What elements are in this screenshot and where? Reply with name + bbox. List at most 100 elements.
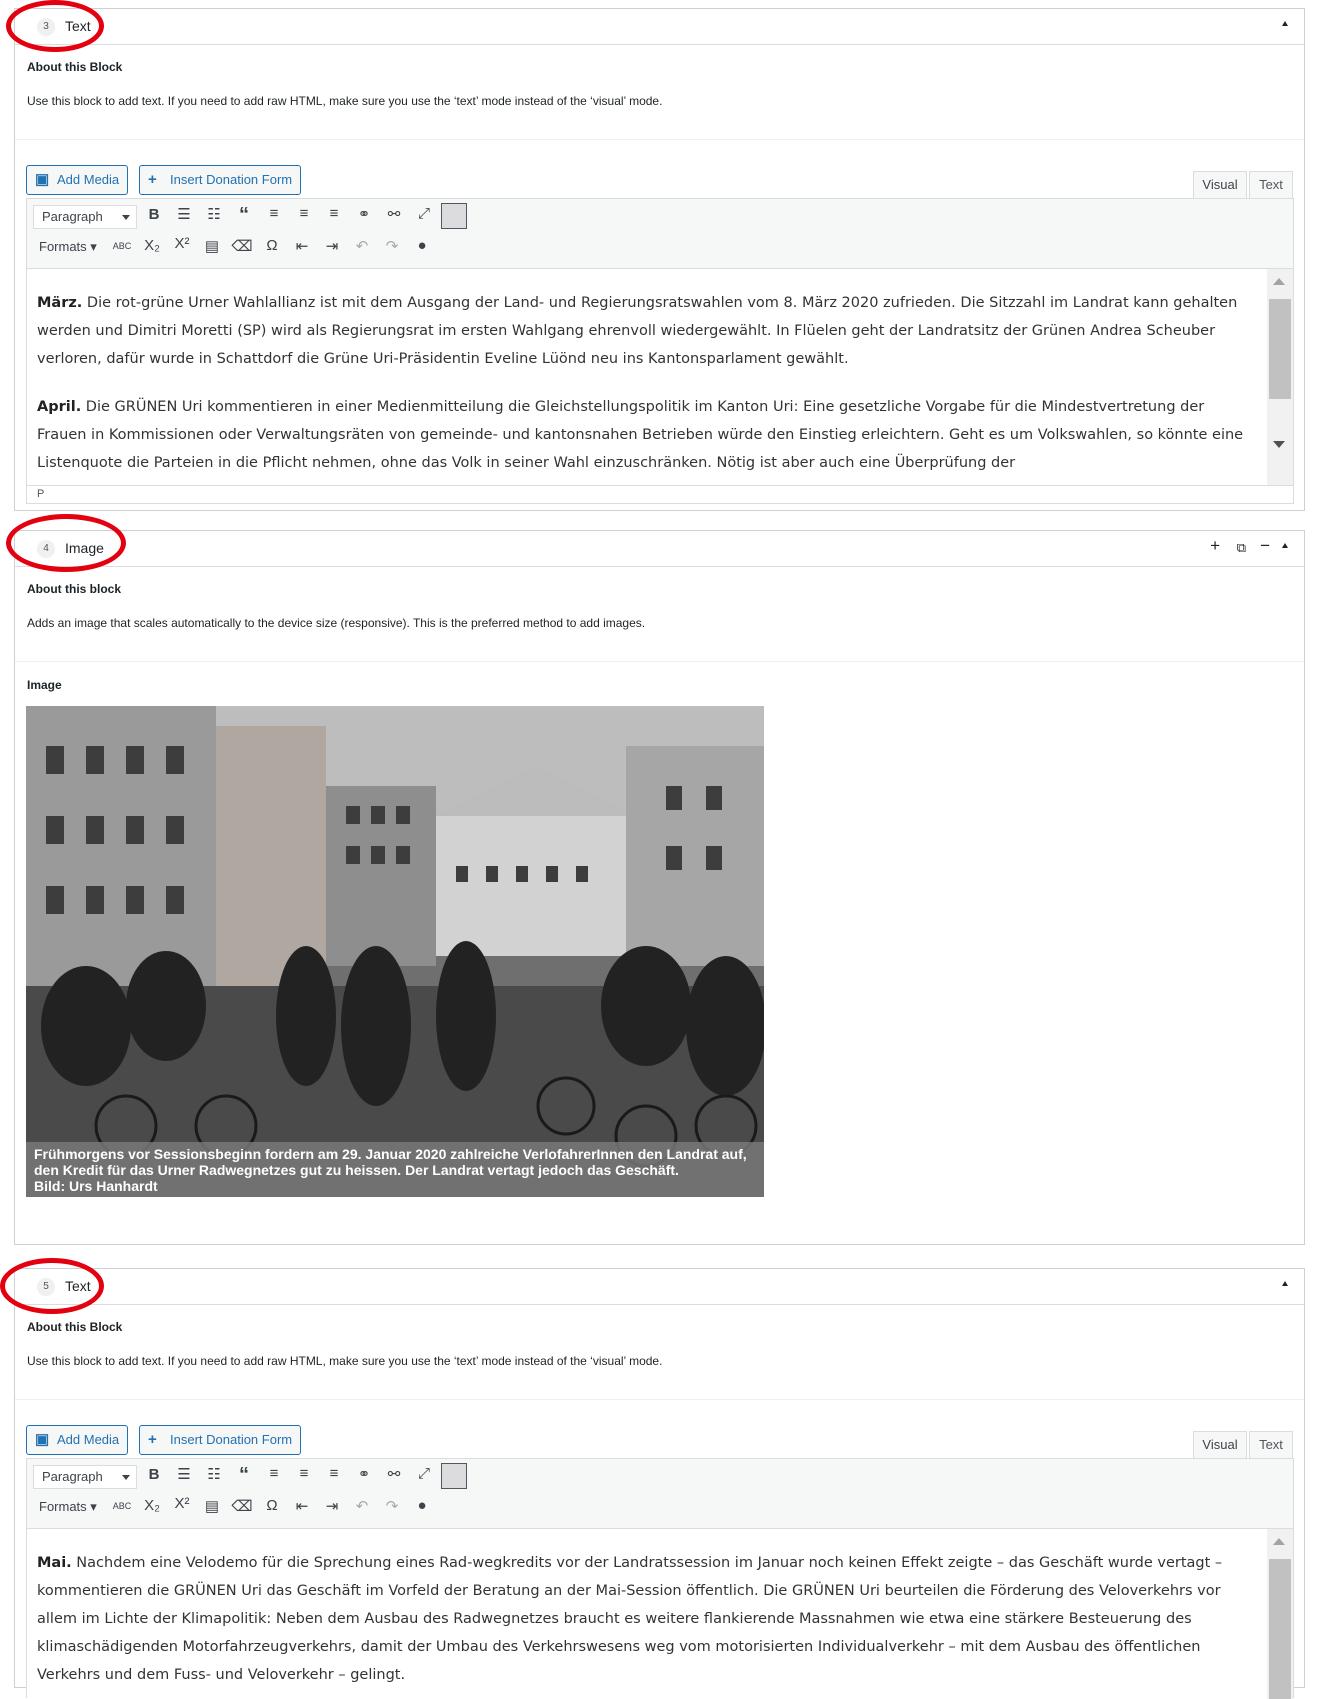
block-title: Text xyxy=(65,1278,91,1294)
editor: Paragraph B ☰ ☷ “ ≡ ≡ ≡ ⚭ ⚯ ⤢ Formats ▾ … xyxy=(26,198,1294,504)
unlink-icon[interactable]: ⚯ xyxy=(383,205,405,223)
strikethrough-icon[interactable]: ABC xyxy=(111,1501,133,1511)
bullet-list-icon[interactable]: ☰ xyxy=(173,205,195,223)
strikethrough-icon[interactable]: ABC xyxy=(111,241,133,251)
image-preview[interactable]: Frühmorgens vor Sessionsbeginn fordern a… xyxy=(26,706,764,1197)
scroll-up-icon[interactable] xyxy=(1273,278,1285,285)
help-icon[interactable]: ● xyxy=(411,237,433,254)
scroll-up-icon[interactable] xyxy=(1273,1538,1285,1545)
insert-donation-form-button[interactable]: + Insert Donation Form xyxy=(139,165,302,195)
image-label: Image xyxy=(27,678,62,692)
indent-icon[interactable]: ⇥ xyxy=(321,1497,343,1515)
link-icon[interactable]: ⚭ xyxy=(353,205,375,223)
about-heading: About this Block xyxy=(27,1320,123,1334)
blockquote-icon[interactable]: “ xyxy=(233,204,255,227)
media-icon: ▣ xyxy=(35,1431,50,1448)
fullscreen-icon[interactable]: ⤢ xyxy=(413,205,435,222)
image-caption: Frühmorgens vor Sessionsbeginn fordern a… xyxy=(26,1142,764,1197)
numbered-list-icon[interactable]: ☷ xyxy=(203,1465,225,1483)
collapse-arrow-icon[interactable] xyxy=(1282,543,1288,548)
block-header[interactable]: 5 Text xyxy=(15,1269,1304,1305)
unlink-icon[interactable]: ⚯ xyxy=(383,1465,405,1483)
tab-text[interactable]: Text xyxy=(1249,171,1293,199)
block-title: Image xyxy=(65,540,104,556)
collapse-arrow-icon[interactable] xyxy=(1282,1281,1288,1286)
paste-text-icon[interactable]: ▤ xyxy=(201,1497,223,1515)
remove-block-icon[interactable]: − xyxy=(1260,536,1270,556)
numbered-list-icon[interactable]: ☷ xyxy=(203,205,225,223)
bullet-list-icon[interactable]: ☰ xyxy=(173,1465,195,1483)
block-number: 4 xyxy=(37,540,55,558)
about-section: About this block Adds an image that scal… xyxy=(15,582,1304,630)
scroll-down-icon[interactable] xyxy=(1273,441,1285,448)
clear-formatting-icon[interactable]: ⌫ xyxy=(231,237,253,255)
formats-dropdown[interactable]: Formats ▾ xyxy=(39,1499,97,1515)
tab-visual[interactable]: Visual xyxy=(1193,171,1247,199)
paragraph-maerz: März. Die rot-grüne Urner Wahlallianz is… xyxy=(37,295,1238,367)
toolbar-toggle-icon[interactable] xyxy=(441,1463,467,1489)
tab-text[interactable]: Text xyxy=(1249,1431,1293,1459)
formats-dropdown[interactable]: Formats ▾ xyxy=(39,239,97,255)
help-icon[interactable]: ● xyxy=(411,1497,433,1514)
add-media-button[interactable]: ▣ Add Media xyxy=(26,1425,129,1455)
bold-icon[interactable]: B xyxy=(143,206,165,223)
block-number: 3 xyxy=(37,18,55,36)
undo-icon[interactable]: ↶ xyxy=(351,1497,373,1515)
paste-text-icon[interactable]: ▤ xyxy=(201,237,223,255)
plus-icon: + xyxy=(148,1431,157,1448)
subscript-icon[interactable]: X₂ xyxy=(141,1497,163,1514)
editor-toolbar: Paragraph B ☰ ☷ “ ≡ ≡ ≡ ⚭ ⚯ ⤢ Formats ▾ … xyxy=(27,199,1293,269)
editor-toolbar: Paragraph B ☰ ☷ “ ≡ ≡ ≡ ⚭ ⚯ ⤢ Formats ▾ … xyxy=(27,1459,1293,1529)
duplicate-block-icon[interactable]: ⧉ xyxy=(1237,540,1246,556)
bold-icon[interactable]: B xyxy=(143,1466,165,1483)
special-character-icon[interactable]: Ω xyxy=(261,237,283,254)
align-center-icon[interactable]: ≡ xyxy=(293,205,315,222)
block-title: Text xyxy=(65,18,91,34)
align-left-icon[interactable]: ≡ xyxy=(263,1465,285,1482)
align-right-icon[interactable]: ≡ xyxy=(323,1465,345,1482)
text-block-5: 5 Text About this Block Use this block t… xyxy=(14,1268,1305,1699)
toolbar-toggle-icon[interactable] xyxy=(441,203,467,229)
link-icon[interactable]: ⚭ xyxy=(353,1465,375,1483)
align-left-icon[interactable]: ≡ xyxy=(263,205,285,222)
media-icon: ▣ xyxy=(35,171,50,188)
insert-donation-form-button[interactable]: + Insert Donation Form xyxy=(139,1425,302,1455)
editor-scrollbar[interactable] xyxy=(1267,269,1293,485)
about-section: About this Block Use this block to add t… xyxy=(15,1320,1304,1368)
text-block-3: 3 Text About this Block Use this block t… xyxy=(14,8,1305,511)
about-text: Use this block to add text. If you need … xyxy=(27,1354,663,1368)
block-header[interactable]: 4 Image + ⧉ − xyxy=(15,531,1304,567)
undo-icon[interactable]: ↶ xyxy=(351,237,373,255)
add-block-icon[interactable]: + xyxy=(1210,536,1220,556)
add-media-button[interactable]: ▣ Add Media xyxy=(26,165,129,195)
about-heading: About this block xyxy=(27,582,121,596)
tab-visual[interactable]: Visual xyxy=(1193,1431,1247,1459)
align-center-icon[interactable]: ≡ xyxy=(293,1465,315,1482)
superscript-icon[interactable]: X² xyxy=(171,1495,193,1512)
fullscreen-icon[interactable]: ⤢ xyxy=(413,1465,435,1482)
special-character-icon[interactable]: Ω xyxy=(261,1497,283,1514)
outdent-icon[interactable]: ⇤ xyxy=(291,1497,313,1515)
blockquote-icon[interactable]: “ xyxy=(233,1464,255,1487)
plus-icon: + xyxy=(148,171,157,188)
subscript-icon[interactable]: X₂ xyxy=(141,237,163,254)
outdent-icon[interactable]: ⇤ xyxy=(291,237,313,255)
street-photo xyxy=(26,706,764,1197)
redo-icon[interactable]: ↷ xyxy=(381,1497,403,1515)
indent-icon[interactable]: ⇥ xyxy=(321,237,343,255)
paragraph-select[interactable]: Paragraph xyxy=(33,1465,137,1489)
editor-content[interactable]: Mai. Nachdem eine Velodemo für die Sprec… xyxy=(27,1529,1293,1699)
scroll-thumb[interactable] xyxy=(1269,299,1291,399)
clear-formatting-icon[interactable]: ⌫ xyxy=(231,1497,253,1515)
align-right-icon[interactable]: ≡ xyxy=(323,205,345,222)
collapse-arrow-icon[interactable] xyxy=(1282,21,1288,26)
redo-icon[interactable]: ↷ xyxy=(381,237,403,255)
superscript-icon[interactable]: X² xyxy=(171,235,193,252)
about-text: Use this block to add text. If you need … xyxy=(27,94,663,108)
editor-scrollbar[interactable] xyxy=(1267,1529,1293,1699)
editor-content[interactable]: März. Die rot-grüne Urner Wahlallianz is… xyxy=(27,269,1293,485)
paragraph-select[interactable]: Paragraph xyxy=(33,205,137,229)
block-header[interactable]: 3 Text xyxy=(15,9,1304,45)
about-section: About this Block Use this block to add t… xyxy=(15,60,1304,108)
scroll-thumb[interactable] xyxy=(1269,1559,1291,1699)
